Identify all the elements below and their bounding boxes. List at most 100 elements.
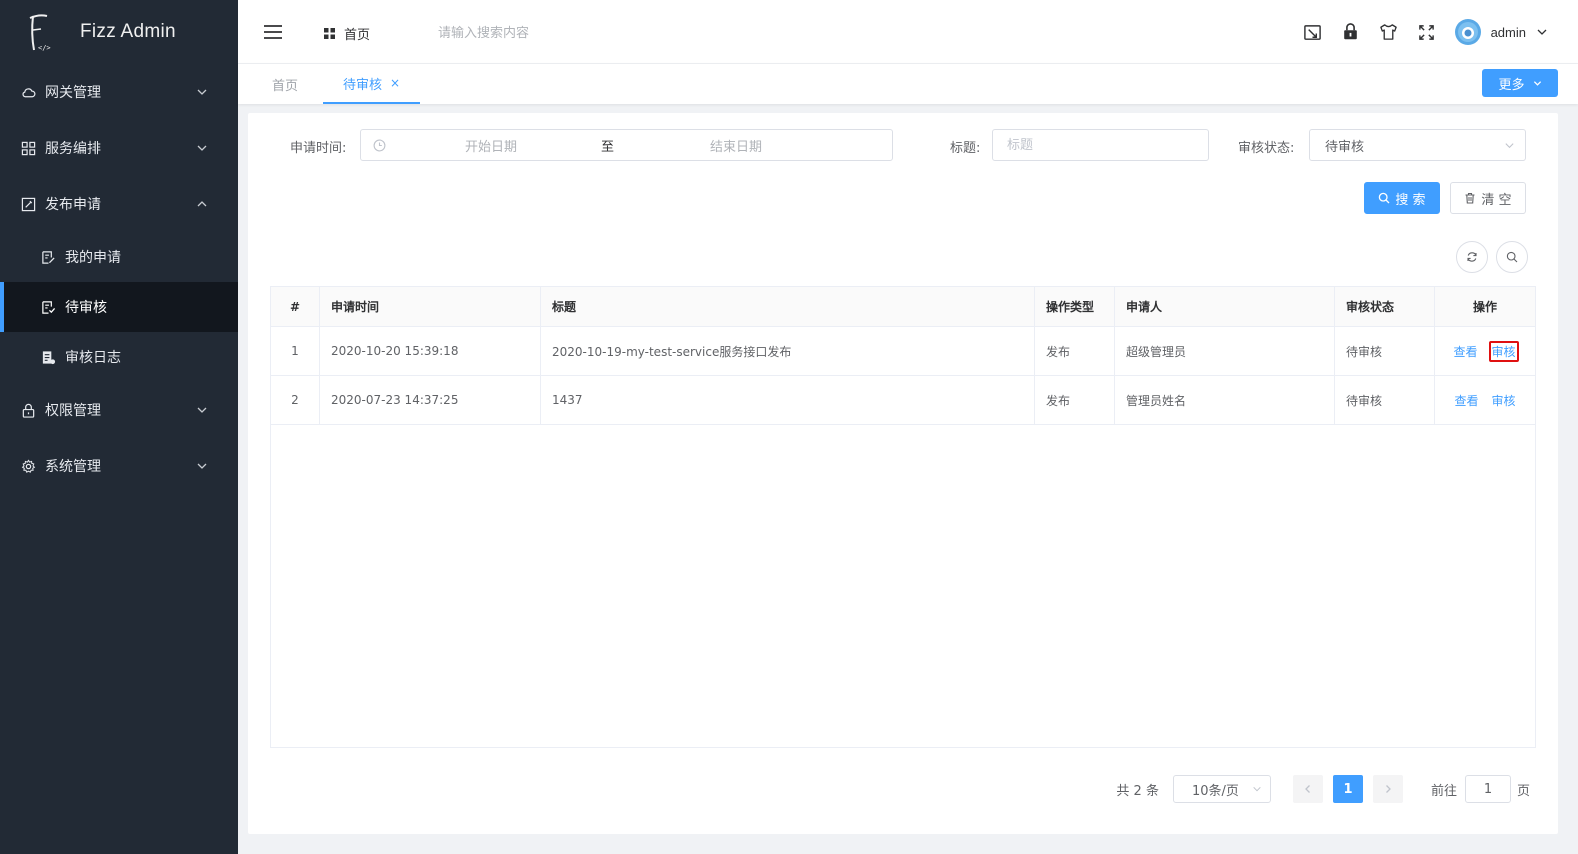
document-check-icon: [40, 299, 56, 315]
review-link[interactable]: 审核: [1488, 340, 1519, 362]
tabs-bar: 首页 待审核 × 更多: [238, 64, 1578, 104]
top-header: 首页 admin: [238, 0, 1578, 64]
sidebar-item-label: 服务编排: [45, 141, 101, 157]
row-title: 2020-10-19-my-test-service服务接口发布: [541, 327, 1035, 375]
page-number-current[interactable]: 1: [1332, 775, 1363, 803]
column-header: 操作: [1472, 300, 1497, 314]
user-name[interactable]: admin: [1491, 25, 1526, 40]
next-page-button[interactable]: [1372, 775, 1403, 803]
sidebar-item-label: 权限管理: [45, 403, 101, 419]
sidebar-item-label: 审核日志: [65, 350, 121, 366]
sidebar-item-label: 发布申请: [45, 197, 101, 213]
trash-icon: [1465, 192, 1475, 204]
sidebar-item-label: 系统管理: [45, 459, 101, 475]
sidebar-item-label: 待审核: [65, 300, 107, 316]
review-table: # 申请时间 标题 操作类型 申请人 审核状态 操作 1 2020-10-20 …: [270, 286, 1536, 748]
chevron-down-icon: [197, 407, 207, 413]
chevron-down-icon: [197, 463, 207, 469]
status-select[interactable]: 待审核: [1309, 129, 1526, 161]
fullscreen-icon[interactable]: [1417, 22, 1437, 42]
fizz-logo-icon: </>: [26, 10, 52, 54]
sidebar-item-service-orchestration[interactable]: 服务编排: [0, 120, 238, 176]
row-actions: 查看 审核: [1435, 376, 1535, 424]
review-link[interactable]: 审核: [1490, 391, 1518, 410]
screenshot-tool-icon[interactable]: [1303, 22, 1323, 42]
svg-text:</>: </>: [38, 44, 51, 52]
status-select-value: 待审核: [1325, 139, 1365, 155]
table-row: 1 2020-10-20 15:39:18 2020-10-19-my-test…: [271, 327, 1535, 376]
global-search-input[interactable]: [438, 22, 658, 44]
search-button[interactable]: 搜 索: [1364, 182, 1440, 214]
tab-label: 首页: [271, 78, 298, 94]
logo[interactable]: </> Fizz Admin: [0, 0, 238, 64]
more-button[interactable]: 更多: [1482, 69, 1558, 97]
grid-icon: [20, 140, 36, 156]
sidebar-item-gateway[interactable]: 网关管理: [0, 64, 238, 120]
date-range-picker[interactable]: 开始日期 至 结束日期: [360, 129, 893, 161]
theme-shirt-icon[interactable]: [1379, 22, 1399, 42]
edit-box-icon: [20, 196, 36, 212]
page-suffix: 页: [1516, 783, 1530, 799]
sidebar-item-review-log[interactable]: 审核日志: [0, 332, 238, 382]
sidebar-item-label: 网关管理: [45, 85, 101, 101]
prev-page-button[interactable]: [1292, 775, 1323, 803]
more-button-label: 更多: [1498, 77, 1525, 93]
clear-button[interactable]: 清 空: [1450, 182, 1526, 214]
sidebar-item-my-requests[interactable]: 我的申请: [0, 232, 238, 282]
column-header: #: [271, 287, 320, 326]
column-header: 审核状态: [1335, 287, 1435, 326]
row-actions: 查看 审核: [1435, 327, 1535, 375]
sidebar-item-publish-request[interactable]: 发布申请: [0, 176, 238, 232]
chevron-right-icon: [1386, 785, 1391, 793]
toggle-search-button[interactable]: [1496, 241, 1528, 273]
date-filter-label: 申请时间:: [290, 141, 347, 156]
title-filter-label: 标题:: [950, 141, 981, 156]
cloud-icon: [20, 84, 36, 100]
row-op-type: 发布: [1035, 376, 1115, 424]
row-applicant: 超级管理员: [1115, 327, 1335, 375]
status-filter-label: 审核状态:: [1238, 141, 1295, 156]
lock-screen-icon[interactable]: [1341, 22, 1361, 42]
header-tools: admin: [1303, 0, 1578, 64]
page-size-select[interactable]: 10条/页: [1172, 775, 1271, 803]
breadcrumb-home[interactable]: 首页: [344, 24, 370, 43]
sidebar-item-system[interactable]: 系统管理: [0, 438, 238, 494]
sidebar: </> Fizz Admin 网关管理 服务编排 发布申请 我的申请 待审核 审…: [0, 0, 238, 854]
sidebar-item-permissions[interactable]: 权限管理: [0, 382, 238, 438]
tab-home[interactable]: 首页: [268, 64, 302, 104]
column-header: 标题: [541, 287, 1035, 326]
row-title: 1437: [541, 376, 1035, 424]
goto-label: 前往: [1430, 783, 1457, 799]
document-log-icon: [40, 349, 56, 365]
sidebar-item-pending-review[interactable]: 待审核: [0, 282, 238, 332]
chevron-down-icon: [197, 89, 207, 95]
app-title: Fizz Admin: [80, 21, 176, 42]
lock-icon: [20, 402, 36, 418]
view-link[interactable]: 查看: [1451, 342, 1479, 361]
row-applicant: 管理员姓名: [1115, 376, 1335, 424]
sidebar-item-label: 我的申请: [65, 250, 121, 266]
tab-pending-review[interactable]: 待审核 ×: [323, 64, 420, 104]
table-row: 2 2020-07-23 14:37:25 1437 发布 管理员姓名 待审核 …: [271, 376, 1535, 425]
chevron-down-icon: [1253, 786, 1261, 792]
chevron-down-icon: [1505, 143, 1514, 149]
end-date-placeholder[interactable]: 结束日期: [646, 136, 826, 155]
column-header: 申请人: [1115, 287, 1335, 326]
search-button-label: 搜 索: [1395, 192, 1426, 208]
goto-page-input[interactable]: [1464, 775, 1511, 803]
breadcrumb: 首页: [324, 24, 370, 43]
hamburger-menu-icon[interactable]: [262, 22, 284, 42]
search-icon: [1506, 251, 1518, 263]
title-input[interactable]: [992, 129, 1209, 161]
view-link[interactable]: 查看: [1452, 391, 1480, 410]
chevron-down-icon: [1533, 80, 1541, 86]
refresh-button[interactable]: [1456, 241, 1488, 273]
close-icon[interactable]: ×: [390, 76, 400, 90]
user-avatar[interactable]: [1454, 19, 1481, 45]
chevron-down-icon: [197, 145, 207, 151]
main-card: 申请时间: 开始日期 至 结束日期 标题: 审核状态: 待审核 搜 索 清 空 …: [248, 113, 1558, 834]
row-op-type: 发布: [1035, 327, 1115, 375]
chevron-down-icon[interactable]: [1536, 26, 1548, 38]
start-date-placeholder[interactable]: 开始日期: [401, 136, 581, 155]
row-index: 2: [271, 376, 320, 424]
